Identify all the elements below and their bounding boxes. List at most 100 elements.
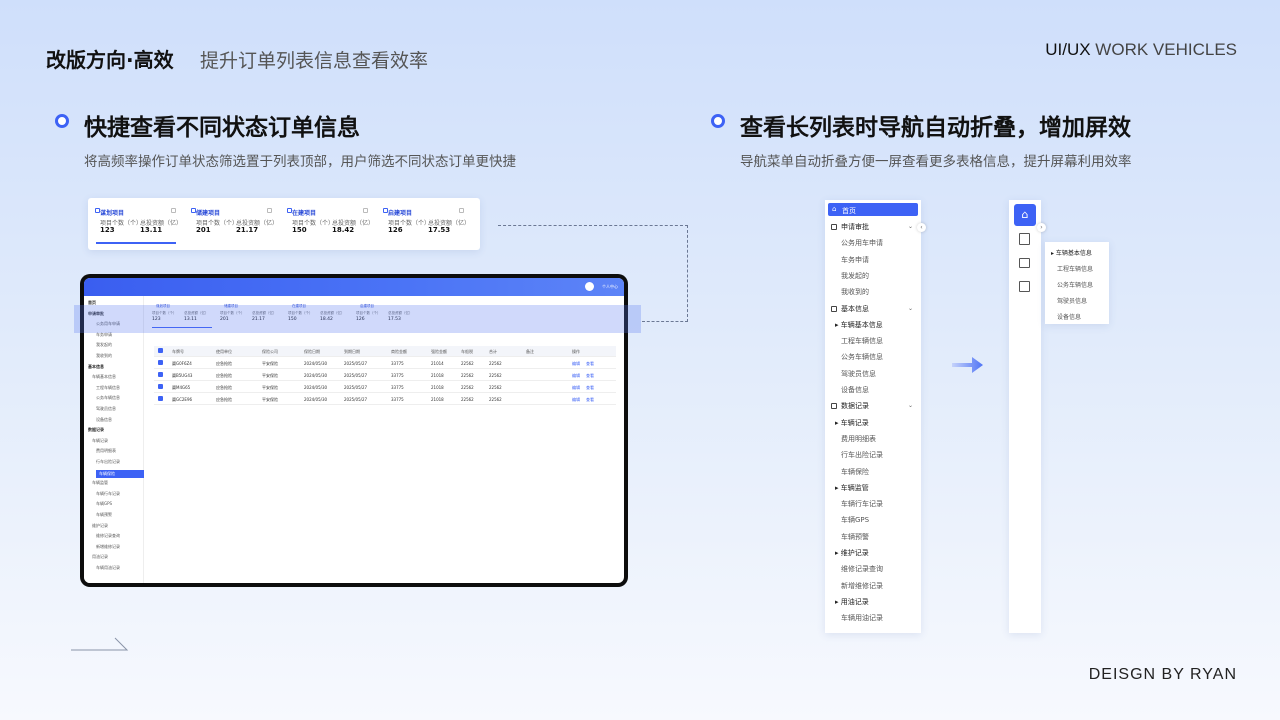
user-center-link[interactable]: 个人中心 [602, 284, 618, 290]
avatar-icon[interactable] [585, 282, 594, 291]
sidebar-item[interactable]: 用油记录 [92, 554, 108, 560]
checkbox-icon[interactable] [459, 208, 464, 213]
chevron-down-icon[interactable]: ⌄ [908, 223, 913, 230]
sidebar-item[interactable]: 车辆预警 [96, 512, 112, 518]
sidebar-item[interactable]: 车辆行车记录 [96, 491, 120, 497]
edit-link[interactable]: 编辑 [572, 361, 580, 367]
sidebar-item[interactable]: 我发起的 [96, 342, 112, 348]
nav-subgroup[interactable]: ▸ 维护记录 [835, 548, 869, 558]
sidebar-item[interactable]: 维护记录 [92, 523, 108, 529]
table-cell: 2024/05/30 [304, 361, 328, 366]
flyout-item[interactable]: 设备信息 [1057, 312, 1081, 321]
view-link[interactable]: 查看 [586, 397, 594, 403]
nav-item[interactable]: 驾驶员信息 [841, 369, 876, 379]
checkbox-icon[interactable] [158, 396, 163, 401]
nav-item[interactable]: 维修记录查询 [841, 564, 883, 574]
table-cell: 22562 [489, 361, 502, 366]
sidebar-item[interactable]: 费用明细表 [96, 448, 116, 454]
chevron-down-icon[interactable]: ⌄ [908, 305, 913, 312]
nav-item[interactable]: 车辆保险 [841, 467, 869, 477]
nav-item[interactable]: 新增维修记录 [841, 581, 883, 591]
group-icon [831, 305, 837, 312]
amount-value: 17.53 [428, 226, 451, 234]
sidebar-item[interactable]: 设备信息 [96, 417, 112, 423]
checkbox-icon[interactable] [158, 348, 163, 353]
table-header-cell: 强险金额 [431, 349, 447, 354]
nav-subgroup[interactable]: ▸ 车辆监管 [835, 483, 869, 493]
nav-group-label: 申请审批 [841, 223, 869, 231]
nav-subgroup[interactable]: ▸ 车辆基本信息 [835, 320, 883, 330]
nav-item[interactable]: 设备信息 [841, 385, 869, 395]
flyout-item[interactable]: 驾驶员信息 [1057, 296, 1087, 305]
status-card[interactable]: 启建项目 项目个数（个） 总投资额（亿） 126 17.53 [380, 202, 470, 244]
sidebar-item[interactable]: 车辆基本信息 [92, 374, 116, 380]
document-icon[interactable] [1019, 233, 1030, 245]
sidebar-item[interactable]: 工程车辆信息 [96, 385, 120, 391]
nav-group[interactable]: 申请审批 [831, 222, 869, 232]
edit-link[interactable]: 编辑 [572, 397, 580, 403]
status-card[interactable]: 在建项目 项目个数（个） 总投资额（亿） 150 18.42 [284, 202, 374, 244]
view-link[interactable]: 查看 [586, 373, 594, 379]
checkbox-icon[interactable] [158, 372, 163, 377]
sidebar-item[interactable]: 车辆GPS [96, 501, 112, 507]
sidebar-item[interactable]: 我收到的 [96, 353, 112, 359]
nav-item[interactable]: 公务车辆信息 [841, 352, 883, 362]
collapse-toggle-icon[interactable]: ‹ [917, 223, 926, 232]
chevron-down-icon[interactable]: ⌄ [908, 402, 913, 409]
status-card[interactable]: 谋划项目 项目个数（个） 总投资额（亿） 123 13.11 [92, 202, 182, 244]
nav-item[interactable]: 车辆GPS [841, 515, 869, 525]
table-cell: 33775 [391, 397, 404, 402]
nav-item[interactable]: 费用明细表 [841, 434, 876, 444]
nav-item[interactable]: 车辆行车记录 [841, 499, 883, 509]
nav-item[interactable]: 公务用车申请 [841, 238, 883, 248]
nav-item[interactable]: 车辆预警 [841, 532, 869, 542]
sidebar-item[interactable]: 车辆用油记录 [96, 565, 120, 571]
nav-item[interactable]: 车辆用油记录 [841, 613, 883, 623]
table-cell: 2025/05/27 [344, 385, 368, 390]
nav-group[interactable]: 基本信息 [831, 304, 869, 314]
view-link[interactable]: 查看 [586, 385, 594, 391]
status-card[interactable]: 储建项目 项目个数（个） 总投资额（亿） 201 21.17 [188, 202, 278, 244]
home-icon: ⌂ [832, 205, 837, 213]
edit-link[interactable]: 编辑 [572, 385, 580, 391]
sidebar-item[interactable]: 车辆记录 [92, 438, 108, 444]
sidebar-item[interactable]: 基本信息 [88, 364, 104, 370]
view-link[interactable]: 查看 [586, 361, 594, 367]
flyout-item[interactable]: 工程车辆信息 [1057, 264, 1093, 273]
sidebar-item[interactable]: 驾驶员信息 [96, 406, 116, 412]
sidebar-item[interactable]: 行车出险记录 [96, 459, 120, 465]
brand-main: UI/UX [1045, 40, 1091, 59]
nav-subgroup[interactable]: ▸ 用油记录 [835, 597, 869, 607]
table-header-cell: 操作 [572, 349, 580, 354]
sidebar-item[interactable]: 公务车辆信息 [96, 395, 120, 401]
table-row: 冀M4G65 应急抢险 平安保险 2024/05/30 2025/05/27 33775 2… [154, 382, 616, 393]
nav-item[interactable]: 我收到的 [841, 287, 869, 297]
checkbox-icon[interactable] [158, 360, 163, 365]
nav-home[interactable]: ⌂ 首页 [828, 203, 918, 216]
sidebar-item[interactable]: 维修记录查询 [96, 533, 120, 539]
nav-group[interactable]: 数据记录 [831, 401, 869, 411]
nav-item[interactable]: 我发起的 [841, 271, 869, 281]
expand-toggle-icon[interactable]: › [1037, 223, 1046, 232]
sidebar-item[interactable]: 车辆监管 [92, 480, 108, 486]
nav-item[interactable]: 车务申请 [841, 255, 869, 265]
sidebar-item[interactable]: 数据记录 [88, 427, 104, 433]
checkbox-icon[interactable] [363, 208, 368, 213]
checkbox-icon[interactable] [267, 208, 272, 213]
table-cell: 2024/05/30 [304, 397, 328, 402]
sidebar-item[interactable]: 车辆保险 [96, 469, 144, 478]
checkbox-icon[interactable] [158, 384, 163, 389]
bullet-icon [55, 114, 69, 128]
checkbox-icon[interactable] [171, 208, 176, 213]
sidebar-item[interactable]: 新增维修记录 [96, 544, 120, 550]
flyout-item[interactable]: 公务车辆信息 [1057, 280, 1093, 289]
status-title: 储建项目 [196, 210, 221, 217]
nav-item[interactable]: 行车出险记录 [841, 450, 883, 460]
nav-subgroup[interactable]: ▸ 车辆记录 [835, 418, 869, 428]
home-icon[interactable]: ⌂ [1014, 204, 1036, 226]
nav-item[interactable]: 工程车辆信息 [841, 336, 883, 346]
chart-icon[interactable] [1019, 281, 1030, 292]
monitor-icon[interactable] [1019, 258, 1030, 268]
table-cell: 冀G0F6Z4 [172, 361, 192, 366]
edit-link[interactable]: 编辑 [572, 373, 580, 379]
